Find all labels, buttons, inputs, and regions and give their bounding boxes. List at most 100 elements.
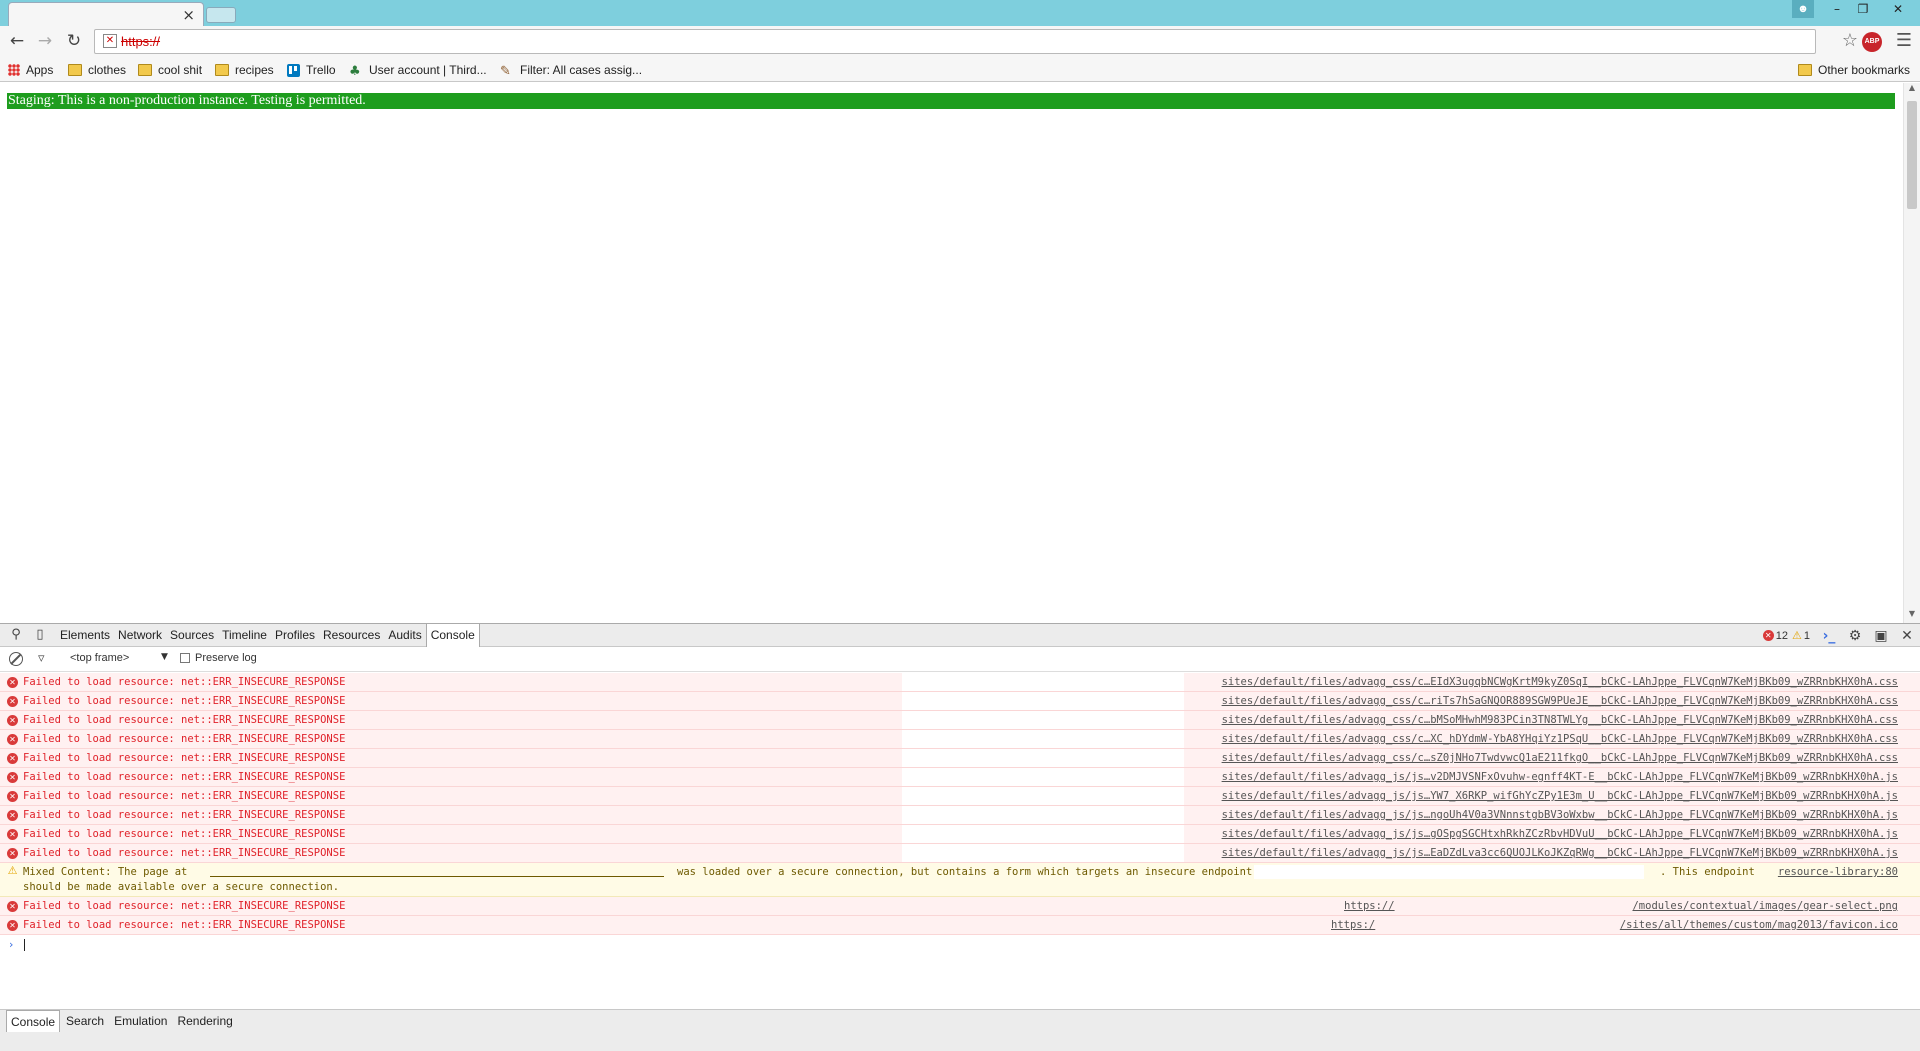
page-scrollbar[interactable]: ▲ ▼ [1903,83,1920,623]
error-icon: ✕ [7,715,18,726]
new-tab-button[interactable] [206,7,236,23]
clover-icon: ♣ [349,64,361,79]
back-icon[interactable]: ← [6,30,28,52]
warning-text-middle: was loaded over a secure connection, but… [677,866,1253,878]
preserve-log-checkbox[interactable] [180,653,190,663]
bookmark-trello[interactable]: Trello [287,62,336,78]
console-error-row: ✕ Failed to load resource: net::ERR_INSE… [0,916,1920,935]
console-error-row: ✕ Failed to load resource: net::ERR_INSE… [0,825,1920,844]
tab-sources[interactable]: Sources [166,624,218,647]
browser-toolbar: ← → ↻ ✕ https:// ☆ ABP ☰ [0,26,1920,58]
error-message: Failed to load resource: net::ERR_INSECU… [23,733,346,745]
source-link[interactable]: sites/default/files/advagg_css/c…sZ0jNHo… [1222,752,1898,764]
redacted-area [902,749,1184,767]
drawer-tab-rendering[interactable]: Rendering [173,1010,236,1032]
bookmark-user-account[interactable]: ♣ User account | Third... [349,62,487,79]
error-message: Failed to load resource: net::ERR_INSECU… [23,847,346,859]
settings-gear-icon[interactable]: ⚙ [1842,628,1868,644]
insecure-lock-icon[interactable]: ✕ [103,34,117,48]
filter-bookmark-icon: ✎ [500,64,511,79]
chrome-menu-icon[interactable]: ☰ [1896,30,1912,51]
show-drawer-icon[interactable]: ›_ [1816,628,1842,644]
close-devtools-icon[interactable]: ✕ [1894,628,1920,644]
tab-timeline[interactable]: Timeline [218,624,271,647]
console-error-row: ✕ Failed to load resource: net::ERR_INSE… [0,749,1920,768]
error-icon: ✕ [7,848,18,859]
scroll-down-icon[interactable]: ▼ [1904,609,1920,623]
console-error-row: ✕ Failed to load resource: net::ERR_INSE… [0,897,1920,916]
source-link[interactable]: sites/default/files/advagg_css/c…XC_hDYd… [1222,733,1898,745]
page-viewport: Staging: This is a non-production instan… [0,83,1920,623]
filter-icon[interactable]: ▿ [38,651,45,666]
drawer-tab-console[interactable]: Console [6,1010,61,1032]
tab-resources[interactable]: Resources [319,624,384,647]
source-link-prefix[interactable]: https:// [1344,900,1395,912]
source-link[interactable]: sites/default/files/advagg_css/c…EIdX3ug… [1222,676,1898,688]
source-link[interactable]: /modules/contextual/images/gear-select.p… [1632,900,1898,912]
device-mode-icon[interactable]: ▯ [32,627,48,643]
address-bar[interactable]: ✕ https:// [94,29,1816,54]
console-error-row: ✕ Failed to load resource: net::ERR_INSE… [0,730,1920,749]
error-message: Failed to load resource: net::ERR_INSECU… [23,900,346,912]
tab-console[interactable]: Console [425,624,480,647]
error-icon: ✕ [7,829,18,840]
bookmark-other[interactable]: Other bookmarks [1798,62,1910,78]
redacted-url-line [210,876,664,877]
error-message: Failed to load resource: net::ERR_INSECU… [23,809,346,821]
source-link[interactable]: sites/default/files/advagg_css/c…bMSoMHw… [1222,714,1898,726]
tab-close-icon[interactable]: × [182,6,195,24]
warning-text-end: . This endpoint [1660,866,1755,878]
bookmark-apps[interactable]: Apps [8,62,53,78]
user-profile-icon[interactable]: ☻ [1792,0,1814,18]
bookmark-filter[interactable]: ✎ Filter: All cases assig... [500,62,642,79]
redacted-area [902,806,1184,824]
redacted-area [902,844,1184,862]
bookmark-recipes[interactable]: recipes [215,62,274,78]
source-link-prefix[interactable]: https:/ [1331,919,1375,931]
error-warning-counter[interactable]: ✕ 12 ⚠ 1 [1762,629,1810,642]
inspect-search-icon[interactable]: ⚲ [8,627,24,643]
source-link[interactable]: sites/default/files/advagg_js/js…v2DMJVS… [1222,771,1898,783]
frame-select[interactable]: <top frame> [70,652,170,664]
tab-elements[interactable]: Elements [56,624,114,647]
dock-side-icon[interactable]: ▣ [1868,628,1894,644]
error-icon: ✕ [7,696,18,707]
adblock-plus-icon[interactable]: ABP [1862,32,1882,52]
forward-icon[interactable]: → [34,30,56,52]
source-link[interactable]: sites/default/files/advagg_css/c…riTs7hS… [1222,695,1898,707]
console-error-row: ✕ Failed to load resource: net::ERR_INSE… [0,692,1920,711]
bookmark-clothes[interactable]: clothes [68,62,126,78]
bookmark-star-icon[interactable]: ☆ [1842,30,1858,51]
bookmark-cool-shit[interactable]: cool shit [138,62,202,78]
clear-console-icon[interactable] [9,652,23,666]
apps-grid-icon [8,64,20,76]
error-icon: ✕ [1762,630,1774,641]
scrollbar-thumb[interactable] [1907,101,1917,209]
console-error-row: ✕ Failed to load resource: net::ERR_INSE… [0,711,1920,730]
source-link[interactable]: sites/default/files/advagg_js/js…EaDZdLv… [1222,847,1898,859]
scroll-up-icon[interactable]: ▲ [1904,83,1920,97]
folder-icon [215,64,229,76]
tab-profiles[interactable]: Profiles [271,624,319,647]
minimize-button[interactable]: – [1824,0,1850,18]
restore-button[interactable]: ❐ [1850,0,1876,18]
error-message: Failed to load resource: net::ERR_INSECU… [23,752,346,764]
source-link[interactable]: /sites/all/themes/custom/mag2013/favicon… [1620,919,1898,931]
tab-network[interactable]: Network [114,624,166,647]
reload-icon[interactable]: ↻ [63,30,85,52]
preserve-log-toggle[interactable]: Preserve log [180,652,257,664]
source-link[interactable]: sites/default/files/advagg_js/js…ngoUh4V… [1222,809,1898,821]
browser-tab[interactable]: × [8,2,204,26]
source-link[interactable]: sites/default/files/advagg_js/js…YW7_X6R… [1222,790,1898,802]
drawer-tab-emulation[interactable]: Emulation [110,1010,171,1032]
close-window-button[interactable]: ✕ [1876,0,1920,18]
console-prompt[interactable]: › [0,935,1920,955]
redacted-area [902,673,1184,691]
drawer-tab-search[interactable]: Search [62,1010,108,1032]
chevron-down-icon[interactable]: ▼ [161,652,168,662]
source-link[interactable]: sites/default/files/advagg_js/js…gOSpgSG… [1222,828,1898,840]
tab-audits[interactable]: Audits [384,624,425,647]
window-controls: ☻ – ❐ ✕ [1792,0,1920,18]
error-icon: ✕ [7,753,18,764]
source-link[interactable]: resource-library:80 [1778,866,1898,878]
